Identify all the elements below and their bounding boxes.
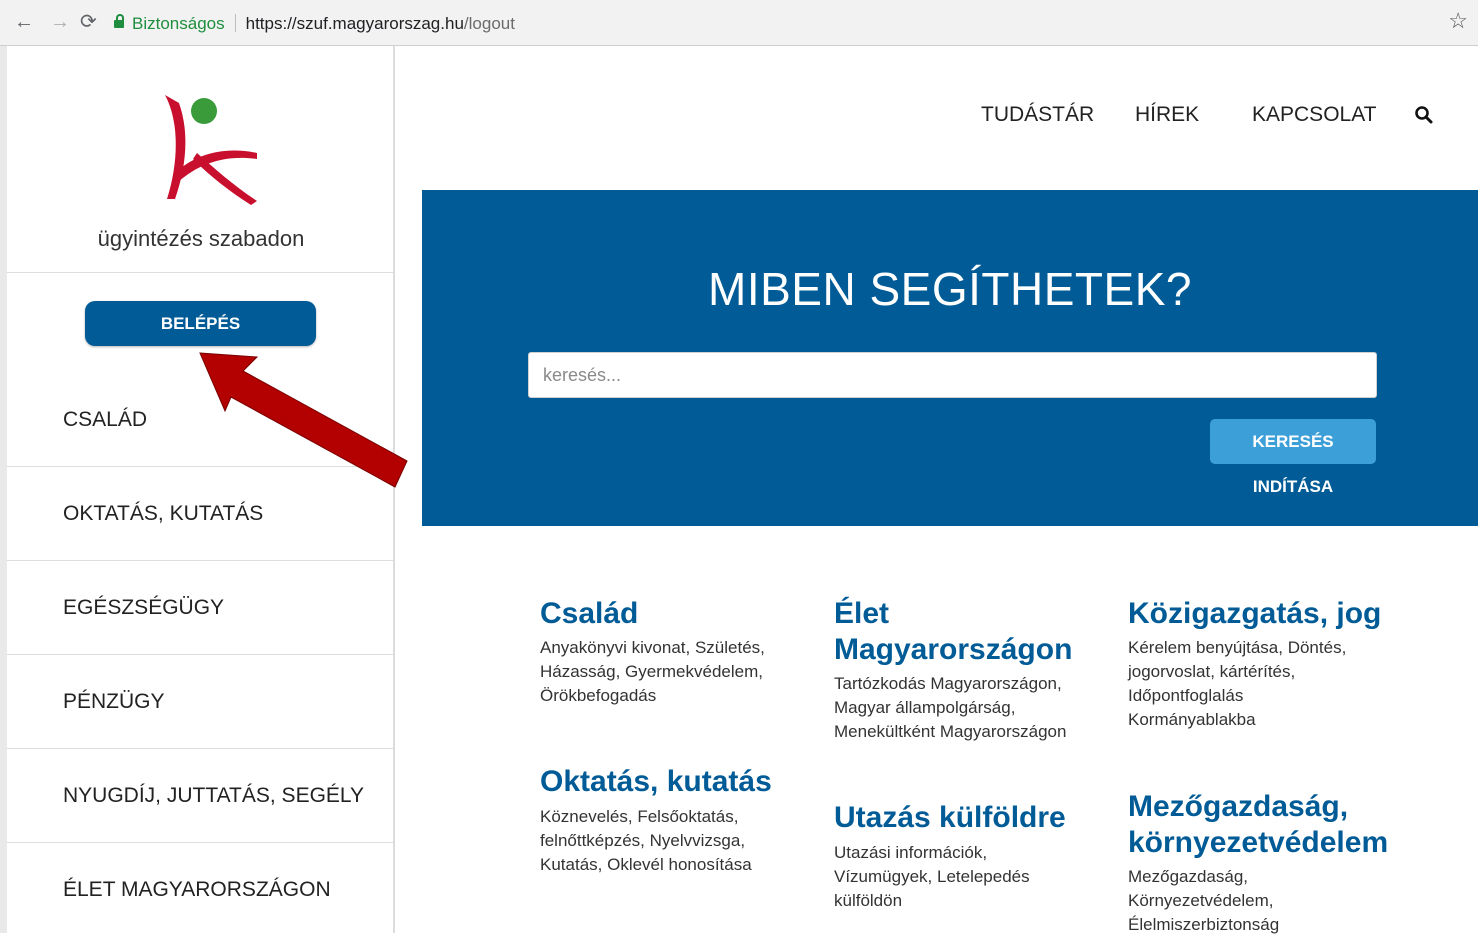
category-desc-line: külföldön (834, 891, 903, 910)
category-desc-line: Anyakönyvi kivonat, Születés, (540, 638, 765, 657)
divider (7, 654, 393, 655)
browser-address-bar: ← → ⟳ Biztonságos https://szuf.magyarorsz… (0, 0, 1478, 46)
divider (7, 842, 393, 843)
category-desc-line: felnőttképzés, Nyelvvizsga, (540, 831, 746, 850)
site-logo[interactable] (157, 91, 267, 211)
category-desc-line: Vízumügyek, Letelepedés (834, 867, 1030, 886)
sidebar-item-penzugy[interactable]: PÉNZÜGY (63, 690, 165, 714)
category-desc-elet: Tartózkodás Magyarországon, Magyar állam… (834, 672, 1066, 744)
category-title-line: Élet (834, 597, 890, 630)
category-desc-kozigazgatas: Kérelem benyújtása, Döntés, jogorvoslat,… (1128, 636, 1346, 732)
category-desc-utazas: Utazási információk, Vízumügyek, Letelep… (834, 841, 1030, 913)
category-desc-line: Köznevelés, Felsőoktatás, (540, 807, 739, 826)
category-desc-line: Kutatás, Oklevél honosítása (540, 855, 752, 874)
category-title-oktatas[interactable]: Oktatás, kutatás (540, 764, 772, 800)
hero-search-panel: MIBEN SEGÍTHETEK? KERESÉS INDÍTÁSA (422, 190, 1478, 526)
category-desc-line: jogorvoslat, kártérítés, (1128, 662, 1296, 681)
category-desc-line: Tartózkodás Magyarországon, (834, 674, 1062, 693)
category-title-elet[interactable]: Élet Magyarországon (834, 596, 1072, 668)
category-title-line: Mezőgazdaság, (1128, 790, 1349, 823)
category-desc-csalad: Anyakönyvi kivonat, Születés, Házasság, … (540, 636, 765, 708)
secure-label: Biztonságos (132, 14, 225, 33)
sidebar-item-oktatas[interactable]: OKTATÁS, KUTATÁS (63, 502, 263, 526)
sidebar-item-nyugdij[interactable]: NYUGDÍJ, JUTTATÁS, SEGÉLY (63, 784, 364, 808)
category-desc-line: Mezőgazdaság, (1128, 867, 1249, 886)
back-icon[interactable]: ← (14, 10, 34, 34)
search-submit-button[interactable]: KERESÉS INDÍTÁSA (1210, 419, 1376, 496)
page-edge (0, 46, 7, 933)
lock-icon (114, 14, 124, 28)
category-title-line: Magyarországon (834, 633, 1073, 666)
nav-hirek[interactable]: HÍREK (1135, 103, 1199, 127)
url-path: /logout (463, 14, 515, 33)
category-desc-line: Időpontfoglalás (1128, 686, 1244, 705)
bookmark-star-icon[interactable]: ☆ (1448, 8, 1468, 34)
search-icon[interactable] (1414, 105, 1434, 125)
category-desc-mezogazdasag: Mezőgazdaság, Környezetvédelem, Élelmisz… (1128, 865, 1279, 937)
forward-icon[interactable]: → (50, 10, 70, 34)
category-desc-line: Kormányablakba (1128, 710, 1256, 729)
nav-tudastar[interactable]: TUDÁSTÁR (981, 103, 1094, 127)
sidebar-item-egeszsegugy[interactable]: EGÉSZSÉGÜGY (63, 596, 224, 620)
category-title-kozigazgatas[interactable]: Közigazgatás, jog (1128, 596, 1381, 632)
url-domain: https://szuf.magyarorszag.hu (245, 14, 464, 33)
nav-kapcsolat[interactable]: KAPCSOLAT (1252, 103, 1376, 127)
category-title-csalad[interactable]: Család (540, 596, 638, 632)
divider (7, 748, 393, 749)
category-title-utazas[interactable]: Utazás külföldre (834, 800, 1066, 836)
reload-icon[interactable]: ⟳ (80, 10, 97, 34)
category-desc-oktatas: Köznevelés, Felsőoktatás, felnőttképzés,… (540, 805, 752, 877)
category-desc-line: Utazási információk, (834, 843, 988, 862)
sidebar-item-csalad[interactable]: CSALÁD (63, 408, 147, 432)
annotation-arrow-icon (199, 352, 408, 488)
category-desc-line: Magyar állampolgárság, (834, 698, 1016, 717)
category-desc-line: Kérelem benyújtása, Döntés, (1128, 638, 1347, 657)
tagline: ügyintézés szabadon (97, 226, 305, 251)
search-input[interactable] (528, 352, 1377, 398)
divider (7, 272, 393, 273)
category-desc-line: Környezetvédelem, (1128, 891, 1274, 910)
category-title-mezogazdasag[interactable]: Mezőgazdaság, környezetvédelem (1128, 789, 1388, 861)
divider (7, 560, 393, 561)
sidebar-item-elet[interactable]: ÉLET MAGYARORSZÁGON (63, 878, 331, 902)
category-desc-line: Élelmiszerbiztonság (1128, 915, 1280, 934)
category-title-line: környezetvédelem (1128, 826, 1389, 859)
login-button[interactable]: BELÉPÉS (85, 301, 316, 346)
url-box[interactable]: Biztonságos https://szuf.magyarorszag.hu/… (114, 9, 1444, 39)
logo-icon (165, 95, 257, 205)
category-desc-line: Házasság, Gyermekvédelem, (540, 662, 763, 681)
category-desc-line: Örökbefogadás (540, 686, 657, 705)
hero-title: MIBEN SEGÍTHETEK? (708, 263, 1192, 315)
category-desc-line: Menekültként Magyarországon (834, 722, 1067, 741)
